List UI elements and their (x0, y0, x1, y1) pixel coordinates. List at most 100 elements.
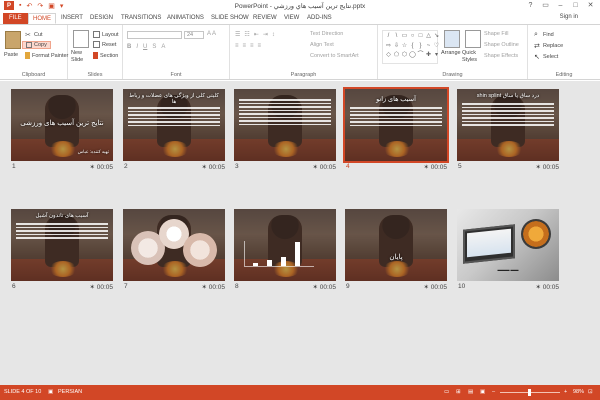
grow-font-icon[interactable]: A A (207, 31, 216, 37)
slide-sorter-view-icon[interactable]: ⊞ (456, 389, 461, 395)
shape-triangle-icon[interactable]: △ (425, 33, 432, 39)
shape-arrow-icon[interactable]: ⇩ (393, 43, 400, 49)
tab-insert[interactable]: INSERT (57, 13, 87, 24)
sign-in-link[interactable]: Sign in (560, 14, 578, 20)
tab-transitions[interactable]: TRANSITIONS (117, 13, 165, 24)
zoom-level[interactable]: 98% (573, 389, 584, 395)
shape-pentagon-icon[interactable]: ⬠ (393, 52, 400, 58)
shape-more-icon[interactable]: ▾ (433, 52, 440, 58)
shape-rectangle-icon[interactable]: □ (417, 33, 424, 39)
zoom-slider-thumb[interactable] (528, 389, 531, 396)
shape-hexagon-icon[interactable]: ⬡ (401, 52, 408, 58)
quick-styles-icon[interactable] (465, 30, 481, 48)
tab-animations[interactable]: ANIMATIONS (163, 13, 208, 24)
slide-thumbnail-4[interactable]: آسیب های زانو (343, 87, 449, 163)
shape-line-icon[interactable]: \ (393, 33, 400, 39)
font-size-combo[interactable]: 24 (184, 31, 204, 39)
shapes-gallery[interactable]: / \ ▭ ○ □ △ ↘ ⇨ ⇩ ☆ { } ~ ♡ ◇ ⬠ ⬡ ◯ ⌒ ✚ … (382, 30, 440, 64)
slide-thumbnail-2[interactable]: کلیتی کلی از ویژگی های عضلات و رباط ها (123, 89, 225, 161)
tab-view[interactable]: VIEW (280, 13, 303, 24)
section-button[interactable]: Section (93, 52, 118, 59)
language-indicator[interactable]: PERSIAN (58, 389, 82, 395)
slide-thumbnail-8[interactable] (234, 209, 336, 281)
shape-arc-icon[interactable]: ⌒ (417, 52, 424, 58)
cut-button[interactable]: ✂ Cut (25, 31, 43, 40)
shape-heart-icon[interactable]: ♡ (433, 43, 440, 49)
arrange-icon[interactable] (444, 30, 460, 48)
zoom-in-icon[interactable]: + (564, 389, 567, 395)
spellcheck-icon[interactable]: ▣ (48, 389, 53, 395)
paste-button[interactable]: Paste (4, 52, 18, 58)
slide-thumbnail-1[interactable]: نتایج ترین آسیب های ورزشی تهیه کننده: عب… (11, 89, 113, 161)
slideshow-view-icon[interactable]: ▣ (480, 389, 485, 395)
strikethrough-icon[interactable]: S (152, 44, 156, 50)
copy-button[interactable]: Copy (22, 41, 51, 49)
shape-diamond-icon[interactable]: ◇ (385, 52, 392, 58)
italic-icon[interactable]: I (136, 44, 138, 50)
shape-brace-icon[interactable]: { (409, 43, 416, 49)
numbering-icon[interactable]: ☷ (244, 31, 249, 38)
align-center-icon[interactable]: ≡ (243, 43, 247, 49)
shape-effects-button[interactable]: Shape Effects (484, 53, 518, 59)
slide-thumbnail-7[interactable] (123, 209, 225, 281)
slide-thumbnail-3[interactable] (234, 89, 336, 161)
find-button[interactable]: ⌕ Find (534, 31, 554, 38)
decrease-indent-icon[interactable]: ⇤ (254, 31, 259, 38)
normal-view-icon[interactable]: ▭ (444, 389, 449, 395)
text-direction-button[interactable]: Text Direction (310, 31, 343, 37)
line-spacing-icon[interactable]: ↕ (272, 32, 275, 38)
justify-icon[interactable]: ≡ (258, 43, 262, 49)
tab-home[interactable]: HOME (28, 13, 56, 24)
tab-slide-show[interactable]: SLIDE SHOW (207, 13, 253, 24)
ribbon-display-button[interactable]: ▭ (538, 0, 553, 11)
format-painter-button[interactable]: Format Painter (25, 52, 68, 59)
shape-rectangle-icon[interactable]: ▭ (401, 33, 408, 39)
bold-icon[interactable]: B (127, 44, 131, 50)
bullets-icon[interactable]: ☰ (235, 31, 240, 38)
shape-circle-icon[interactable]: ◯ (409, 52, 416, 58)
close-button[interactable]: ✕ (583, 0, 598, 11)
align-text-button[interactable]: Align Text (310, 42, 334, 48)
reset-button[interactable]: Reset (93, 41, 116, 48)
align-right-icon[interactable]: ≡ (250, 43, 254, 49)
tab-add-ins[interactable]: ADD-INS (303, 13, 336, 24)
reading-view-icon[interactable]: ▤ (468, 389, 473, 395)
shape-arrow-icon[interactable]: ⇨ (385, 43, 392, 49)
quick-styles-button[interactable]: Quick Styles (462, 50, 482, 64)
shape-outline-button[interactable]: Shape Outline (484, 42, 519, 48)
underline-icon[interactable]: U (143, 44, 147, 50)
maximize-button[interactable]: □ (568, 0, 583, 11)
shape-brace-icon[interactable]: } (417, 43, 424, 49)
shape-oval-icon[interactable]: ○ (409, 33, 416, 39)
shape-cross-icon[interactable]: ✚ (425, 52, 432, 58)
shape-wave-icon[interactable]: ~ (425, 43, 432, 49)
minimize-button[interactable]: – (553, 0, 568, 11)
slide-thumbnail-6[interactable]: آسیب های تاندون آشیل (11, 209, 113, 281)
arrange-button[interactable]: Arrange (441, 50, 461, 56)
slide-thumbnail-9[interactable]: پایان (345, 209, 447, 281)
replace-button[interactable]: ⇄ Replace (534, 42, 563, 51)
shape-fill-button[interactable]: Shape Fill (484, 31, 508, 37)
slide-thumbnail-10[interactable]: ▬▬▬ ▬▬ (457, 209, 559, 281)
slide-thumbnail-5[interactable]: shin splint درد ساق پا ساق (457, 89, 559, 161)
shape-arrow-icon[interactable]: ↘ (433, 33, 440, 39)
layout-button[interactable]: Layout (93, 31, 119, 38)
shape-star-icon[interactable]: ☆ (401, 43, 408, 49)
new-slide-icon[interactable] (73, 30, 89, 48)
zoom-out-icon[interactable]: – (492, 389, 495, 395)
tab-file[interactable]: FILE (3, 13, 28, 24)
font-name-combo[interactable] (127, 31, 182, 39)
fit-to-window-icon[interactable]: ⊡ (588, 389, 593, 395)
new-slide-button[interactable]: New Slide (71, 50, 89, 64)
select-button[interactable]: ↖ Select (534, 53, 558, 62)
help-button[interactable]: ? (523, 0, 538, 11)
increase-indent-icon[interactable]: ⇥ (263, 31, 268, 38)
font-color-icon[interactable]: A (161, 44, 165, 50)
align-left-icon[interactable]: ≡ (235, 43, 239, 49)
tab-design[interactable]: DESIGN (86, 13, 117, 24)
paste-icon[interactable] (5, 31, 21, 49)
shape-line-icon[interactable]: / (385, 33, 392, 39)
section-icon (93, 52, 98, 59)
tab-review[interactable]: REVIEW (249, 13, 281, 24)
convert-smartart-button[interactable]: Convert to SmartArt (310, 53, 359, 59)
